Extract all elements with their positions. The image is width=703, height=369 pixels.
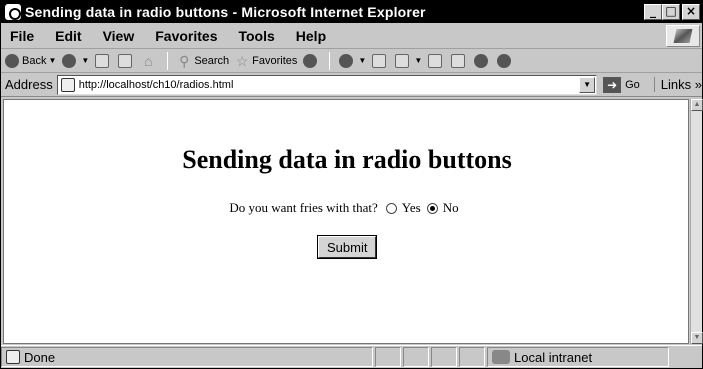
status-panel: Done <box>1 347 373 367</box>
menu-help[interactable]: Help <box>293 28 329 44</box>
vertical-scrollbar[interactable]: ▲ ▼ <box>690 99 703 344</box>
page-heading: Sending data in radio buttons <box>182 145 512 174</box>
submit-button[interactable]: Submit <box>316 235 378 259</box>
back-arrow-icon <box>5 53 19 68</box>
status-cell <box>403 347 429 367</box>
radio-yes[interactable] <box>385 202 397 214</box>
mail-dropdown-icon[interactable]: ▼ <box>358 56 366 65</box>
search-button[interactable]: ⚲ Search <box>177 54 229 68</box>
history-button[interactable] <box>303 53 320 68</box>
forward-dropdown-icon[interactable]: ▼ <box>81 56 89 65</box>
refresh-icon <box>118 53 133 68</box>
favorites-button[interactable]: ☆ Favorites <box>235 52 298 69</box>
refresh-button[interactable] <box>118 53 135 68</box>
home-icon: ⌂ <box>144 52 153 69</box>
print-icon <box>372 53 387 68</box>
question-text: Do you want fries with that? <box>229 200 378 215</box>
zone-label: Local intranet <box>514 349 593 365</box>
messenger-icon <box>474 53 489 68</box>
scroll-up-icon[interactable]: ▲ <box>691 99 703 111</box>
menu-tools[interactable]: Tools <box>235 28 277 44</box>
status-cell <box>431 347 457 367</box>
go-label: Go <box>625 78 640 91</box>
menu-file[interactable]: File <box>7 28 37 44</box>
window-title: Sending data in radio buttons - Microsof… <box>25 4 426 20</box>
menu-favorites[interactable]: Favorites <box>152 28 220 44</box>
print-button[interactable] <box>372 53 389 68</box>
security-zone: Local intranet <box>487 347 669 367</box>
home-button[interactable]: ⌂ <box>141 54 158 68</box>
radio-yes-label: Yes <box>401 200 421 215</box>
close-button[interactable]: × <box>682 4 700 20</box>
question-row: Do you want fries with that? Yes No <box>4 200 690 216</box>
history-icon <box>303 53 318 68</box>
search-label: Search <box>194 54 230 67</box>
edit-button[interactable]: ▼ <box>395 53 422 68</box>
go-arrow-icon: ➜ <box>603 76 622 93</box>
mail-button[interactable]: ▼ <box>339 53 366 68</box>
address-input[interactable]: http://localhost/ch10/radios.html ▼ <box>56 74 598 95</box>
address-dropdown-icon[interactable]: ▼ <box>579 76 596 93</box>
go-button[interactable]: ➜ Go <box>603 76 640 93</box>
favorites-star-icon: ☆ <box>235 52 249 69</box>
page-content: Sending data in radio buttons Do you wan… <box>3 99 689 344</box>
menu-view[interactable]: View <box>100 28 138 44</box>
mail-icon <box>339 53 354 68</box>
back-dropdown-icon[interactable]: ▼ <box>48 56 56 65</box>
research-icon <box>451 53 466 68</box>
minimize-button[interactable]: _ <box>644 4 662 20</box>
forward-arrow-icon <box>62 53 77 68</box>
discuss-button[interactable] <box>428 53 445 68</box>
maximize-button[interactable]: □ <box>662 4 680 20</box>
messenger-button[interactable] <box>474 53 491 68</box>
search-icon: ⚲ <box>179 52 190 69</box>
scroll-down-icon[interactable]: ▼ <box>691 332 703 344</box>
status-bar: Done Local intranet <box>1 345 702 368</box>
ie-app-icon[interactable] <box>5 4 21 20</box>
intranet-zone-icon <box>492 350 510 364</box>
toolbar-separator <box>167 51 169 70</box>
status-cell <box>459 347 485 367</box>
radio-no-label: No <box>442 200 459 215</box>
research-button[interactable] <box>451 53 468 68</box>
page-done-icon <box>6 350 20 364</box>
status-text: Done <box>24 349 56 365</box>
windows-logo-icon <box>666 25 700 47</box>
browser-window: Sending data in radio buttons - Microsof… <box>0 0 703 369</box>
favorites-label: Favorites <box>252 54 298 67</box>
toolbar-separator <box>329 51 331 70</box>
links-button[interactable]: Links » <box>653 77 702 92</box>
edit-dropdown-icon[interactable]: ▼ <box>414 56 422 65</box>
menu-bar: File Edit View Favorites Tools Help <box>1 23 702 49</box>
back-button[interactable]: Back ▼ <box>5 53 56 68</box>
title-bar[interactable]: Sending data in radio buttons - Microsof… <box>1 1 702 23</box>
stop-button[interactable] <box>95 53 112 68</box>
stop-icon <box>95 53 110 68</box>
window-controls: _ □ × <box>644 4 700 20</box>
address-label: Address <box>5 77 53 92</box>
buddies-icon <box>497 53 512 68</box>
word-edit-icon <box>395 53 410 68</box>
page-icon <box>60 77 75 92</box>
toolbar: Back ▼ ▼ ⌂ ⚲ Search ☆ Favorites ▼ ▼ <box>1 49 702 73</box>
forward-button[interactable]: ▼ <box>62 53 89 68</box>
status-cell <box>375 347 401 367</box>
back-label: Back <box>22 54 47 67</box>
address-bar: Address http://localhost/ch10/radios.htm… <box>1 73 702 97</box>
radio-no[interactable] <box>426 202 438 214</box>
address-url[interactable]: http://localhost/ch10/radios.html <box>79 79 234 91</box>
discuss-icon <box>428 53 443 68</box>
menu-edit[interactable]: Edit <box>52 28 84 44</box>
buddies-button[interactable] <box>497 53 514 68</box>
